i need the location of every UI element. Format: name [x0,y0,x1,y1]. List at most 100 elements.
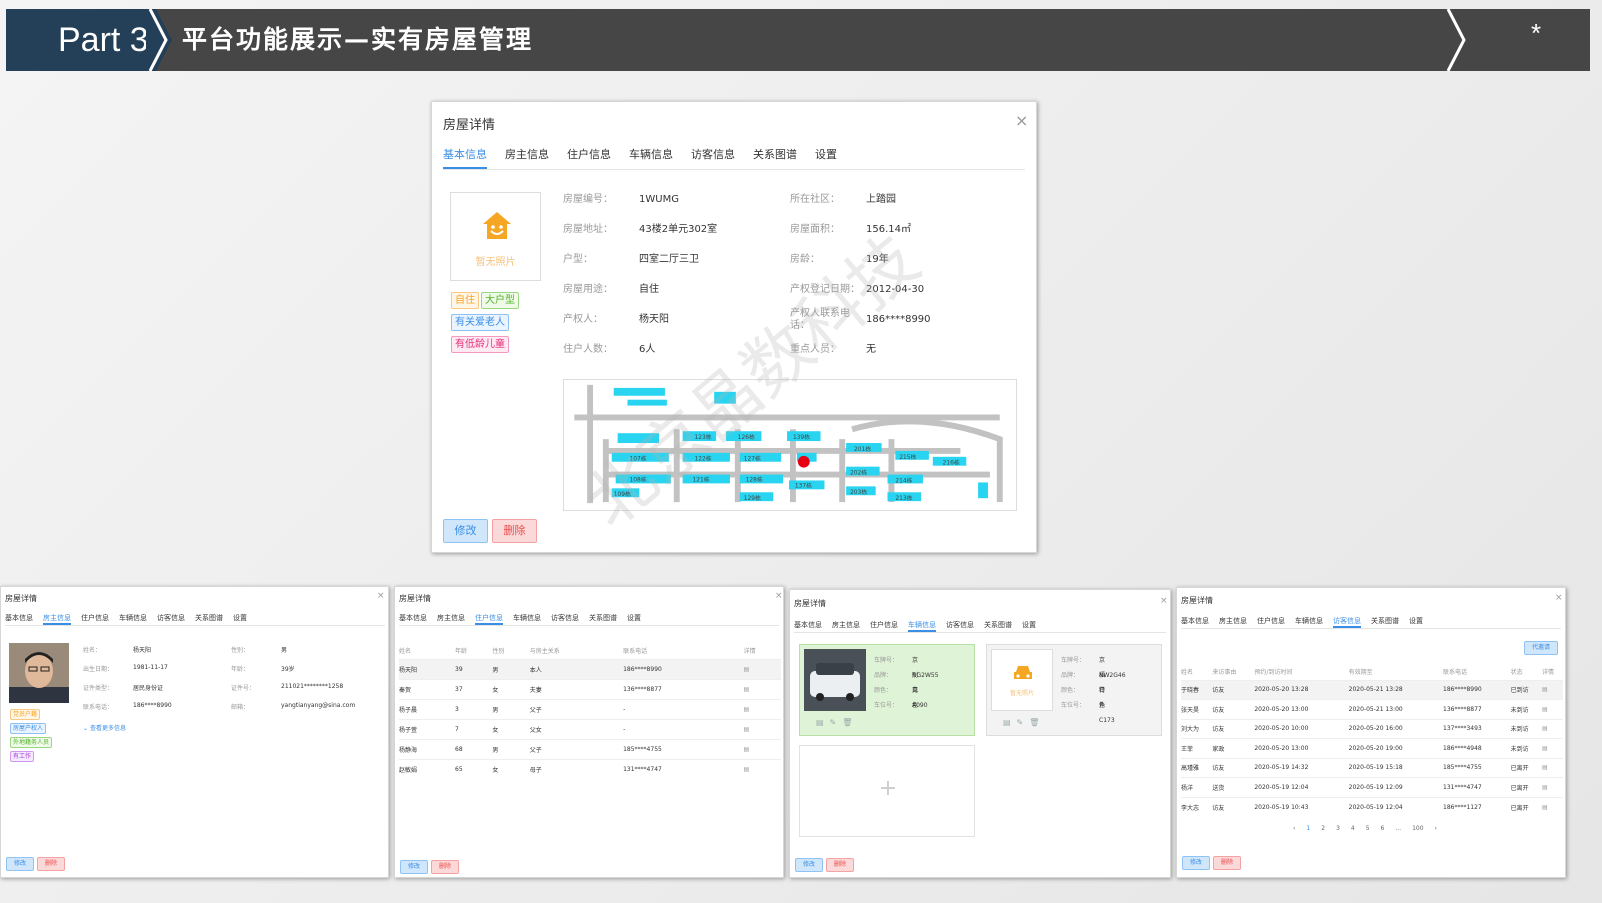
add-vehicle-card[interactable]: + [799,745,975,837]
close-icon[interactable]: × [1015,111,1028,130]
edit-button[interactable]: 修改 [795,858,823,872]
page-button[interactable]: 6 [1381,825,1385,832]
tab-basic-info[interactable]: 基本信息 [443,146,487,169]
tab-resident-info[interactable]: 住户信息 [475,613,503,625]
next-page-icon[interactable]: › [1435,825,1437,832]
tab-owner-info[interactable]: 房主信息 [505,146,549,169]
detail-icon[interactable]: ▤ [1542,699,1563,719]
delete-button[interactable]: 删除 [826,858,854,872]
detail-icon[interactable]: ▤ [1542,796,1563,817]
detail-icon[interactable]: ▤ [743,738,781,759]
table-row[interactable]: 高瑾雅 访友 2020-05-19 14:32 2020-05-19 15:18 185… [1181,757,1563,778]
delete-button[interactable]: 删除 [492,519,537,543]
table-row[interactable]: 秦贺 37 女夫妻 136****8877 ▤ [399,678,781,699]
invite-button[interactable]: 代邀请 [1524,641,1558,655]
detail-icon[interactable]: ▤ [1542,777,1563,797]
view-more-link[interactable]: ⌄ 查看更多信息 [83,723,126,732]
tab-visitor-info[interactable]: 访客信息 [946,620,974,632]
field-value: 2012-04-30 [866,284,925,295]
tab-resident-info[interactable]: 住户信息 [870,620,898,632]
tab-vehicle-info[interactable]: 车辆信息 [1295,616,1323,628]
detail-icon[interactable]: ▤ [743,658,781,679]
vehicle-card[interactable]: 暂无照片 车牌号： 京NW2G46 品牌： 福特 颜色： 白色 车位号： 外C1… [986,644,1162,736]
tab-relation-graph[interactable]: 关系图谱 [984,620,1012,632]
tab-owner-info[interactable]: 房主信息 [43,613,71,625]
edit-button[interactable]: 修改 [400,860,428,874]
tab-visitor-info[interactable]: 访客信息 [1333,616,1361,628]
tab-settings[interactable]: 设置 [1409,616,1423,628]
tab-relation-graph[interactable]: 关系图谱 [589,613,617,625]
tab-relation-graph[interactable]: 关系图谱 [195,613,223,625]
tab-owner-info[interactable]: 房主信息 [437,613,465,625]
card-action-icons[interactable]: ▤✎🗑 [1003,718,1045,727]
detail-icon[interactable]: ▤ [743,758,781,779]
tab-settings[interactable]: 设置 [1022,620,1036,632]
edit-button[interactable]: 修改 [443,519,488,543]
table-row[interactable]: 李大志 访友 2020-05-19 10:43 2020-05-19 12:04 186… [1181,796,1563,817]
cell: 2020-05-20 19:00 [1348,738,1443,758]
table-row[interactable]: 赵敏娟 65 女母子 131****4747 ▤ [399,758,781,779]
table-row[interactable]: 刘大为 访友 2020-05-20 10:00 2020-05-20 16:00 137… [1181,718,1563,739]
table-row[interactable]: 杨洋 送货 2020-05-19 12:04 2020-05-19 12:09 131*… [1181,777,1563,797]
table-row[interactable]: 于晓春 访友 2020-05-20 13:28 2020-05-21 13:28 186… [1181,679,1563,700]
map-building-label: 107栋 [629,455,646,463]
page-button[interactable]: 4 [1351,825,1355,832]
detail-icon[interactable]: ▤ [743,698,781,719]
card-action-icons[interactable]: ▤✎🗑 [816,718,858,727]
table-row[interactable]: 张天昊 访友 2020-05-20 13:00 2020-05-21 13:00 136… [1181,699,1563,719]
field-label: 车牌号： [874,657,899,664]
tab-relation-graph[interactable]: 关系图谱 [753,146,797,169]
tab-visitor-info[interactable]: 访客信息 [691,146,735,169]
close-icon[interactable]: × [377,591,385,601]
field-label: 所在社区： [790,194,840,205]
tab-settings[interactable]: 设置 [233,613,247,625]
tab-resident-info[interactable]: 住户信息 [81,613,109,625]
tab-vehicle-info[interactable]: 车辆信息 [513,613,541,625]
table-row[interactable]: 杨子晨 3 男父子 - ▤ [399,698,781,719]
page-button[interactable]: 5 [1366,825,1370,832]
close-icon[interactable]: × [775,591,783,601]
detail-icon[interactable]: ▤ [1542,679,1563,700]
tab-resident-info[interactable]: 住户信息 [567,146,611,169]
vehicle-card[interactable]: 车牌号： 京NG2W55 品牌： 别克 颜色： 白色 车位号： A090 ▤✎🗑 [799,644,975,736]
location-map[interactable]: 123栋 126栋 139栋 107栋 122栋 127栋 201栋 215栋 … [563,379,1017,511]
tab-relation-graph[interactable]: 关系图谱 [1371,616,1399,628]
edit-button[interactable]: 修改 [6,857,34,871]
table-row[interactable]: 杨天阳 39 男本人 186****8990 ▤ [399,658,781,679]
page-button[interactable]: 3 [1336,825,1340,832]
tab-settings[interactable]: 设置 [627,613,641,625]
tab-basic-info[interactable]: 基本信息 [399,613,427,625]
tab-resident-info[interactable]: 住户信息 [1257,616,1285,628]
edit-button[interactable]: 修改 [1182,856,1210,870]
delete-button[interactable]: 删除 [37,857,65,871]
tab-basic-info[interactable]: 基本信息 [5,613,33,625]
tab-settings[interactable]: 设置 [815,146,837,169]
close-icon[interactable]: × [1555,593,1563,603]
prev-page-icon[interactable]: ‹ [1293,825,1295,832]
detail-icon[interactable]: ▤ [743,718,781,739]
tab-owner-info[interactable]: 房主信息 [1219,616,1247,628]
close-icon[interactable]: × [1160,596,1168,606]
tab-vehicle-info[interactable]: 车辆信息 [908,620,936,632]
table-row[interactable]: 杨子萱 7 女父女 - ▤ [399,718,781,739]
delete-button[interactable]: 删除 [431,860,459,874]
table-row[interactable]: 杨静海 68 男父子 185****4755 ▤ [399,738,781,759]
tab-basic-info[interactable]: 基本信息 [1181,616,1209,628]
detail-icon[interactable]: ▤ [1542,738,1563,758]
tab-visitor-info[interactable]: 访客信息 [551,613,579,625]
page-button[interactable]: 1 [1306,825,1310,832]
page-button[interactable]: 2 [1321,825,1325,832]
page-button[interactable]: 100 [1412,825,1423,832]
detail-icon[interactable]: ▤ [1542,757,1563,778]
detail-icon[interactable]: ▤ [1542,718,1563,739]
map-building-label: 201栋 [854,445,871,453]
cell: 136****8877 [623,678,744,699]
tab-vehicle-info[interactable]: 车辆信息 [119,613,147,625]
detail-icon[interactable]: ▤ [743,678,781,699]
tab-basic-info[interactable]: 基本信息 [794,620,822,632]
delete-button[interactable]: 删除 [1213,856,1241,870]
tab-owner-info[interactable]: 房主信息 [832,620,860,632]
table-row[interactable]: 王菲 家政 2020-05-20 13:00 2020-05-20 19:00 186*… [1181,738,1563,758]
tab-vehicle-info[interactable]: 车辆信息 [629,146,673,169]
tab-visitor-info[interactable]: 访客信息 [157,613,185,625]
